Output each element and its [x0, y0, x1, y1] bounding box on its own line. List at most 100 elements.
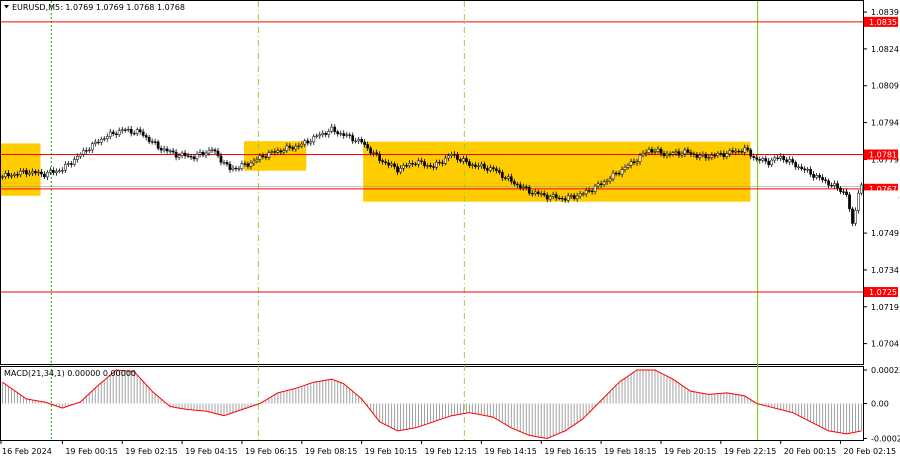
candle-body	[821, 177, 824, 181]
candle-body	[614, 172, 618, 175]
time-tick-label: 19 Feb 04:15	[185, 447, 237, 456]
candle-body	[773, 157, 777, 161]
candle-body	[515, 183, 519, 186]
time-tick-label: 19 Feb 22:15	[724, 447, 776, 456]
candle-body	[620, 169, 624, 175]
candle-body	[138, 129, 142, 133]
candle-body	[111, 131, 115, 135]
macd-tick-label: 0.00	[871, 400, 889, 409]
candle-body	[126, 128, 130, 131]
candle-body	[249, 162, 253, 167]
candle-body	[258, 155, 262, 160]
candle-body	[315, 135, 319, 137]
candle-body	[393, 163, 396, 167]
candle-body	[662, 153, 666, 156]
candle-body	[43, 173, 46, 178]
candle-body	[354, 140, 358, 142]
candle-body	[857, 192, 860, 211]
candle-body	[740, 151, 744, 153]
candle-body	[797, 166, 800, 168]
candle-body	[375, 152, 378, 155]
candle-body	[132, 132, 136, 135]
price-tick-label: 1.0824	[871, 45, 899, 54]
candle-body	[10, 175, 13, 177]
candle-body	[527, 187, 531, 194]
candle-body	[438, 161, 441, 164]
candle-body	[692, 153, 696, 155]
candle-body	[327, 131, 331, 135]
candle-body	[72, 159, 76, 165]
candle-body	[557, 197, 561, 200]
candle-body	[336, 131, 340, 135]
time-tick-label: 20 Feb 00:15	[784, 447, 836, 456]
time-tick-label: 20 Feb 02:15	[844, 447, 896, 456]
candle-body	[656, 148, 660, 152]
candle-body	[222, 162, 226, 164]
candle-body	[492, 167, 495, 170]
candle-body	[321, 132, 325, 136]
candle-body	[560, 197, 564, 200]
candle-body	[186, 155, 190, 157]
candle-body	[593, 185, 597, 192]
candle-body	[623, 167, 627, 170]
candle-body	[120, 129, 124, 131]
candle-body	[803, 168, 806, 171]
candle-body	[824, 179, 827, 182]
candle-body	[794, 162, 798, 168]
candle-body	[806, 169, 809, 171]
candle-body	[665, 153, 669, 156]
candle-body	[584, 190, 588, 195]
candle-body	[444, 157, 447, 164]
candle-body	[471, 164, 474, 167]
candle-body	[761, 158, 765, 161]
candle-body	[381, 160, 384, 163]
candle-body	[509, 176, 513, 182]
candle-body	[291, 147, 295, 150]
candle-body	[96, 141, 100, 144]
candle-body	[384, 161, 387, 164]
candle-body	[845, 191, 848, 195]
candle-body	[174, 151, 178, 158]
candle-body	[64, 164, 67, 171]
candle-body	[644, 152, 648, 154]
candle-body	[360, 139, 364, 143]
candle-body	[848, 194, 851, 210]
candle-body	[533, 191, 537, 194]
candle-body	[78, 154, 82, 157]
candle-body	[641, 153, 645, 156]
candle-body	[779, 156, 783, 159]
candle-body	[429, 165, 432, 167]
candle-body	[171, 150, 175, 153]
chart-title: EURUSD,M5: 1.0769 1.0769 1.0768 1.0768	[12, 3, 185, 12]
candle-body	[46, 172, 49, 178]
candle-body	[297, 145, 301, 147]
candle-body	[426, 165, 429, 167]
candle-body	[725, 153, 729, 157]
candle-body	[351, 135, 355, 142]
candle-body	[303, 140, 307, 145]
candle-body	[55, 170, 58, 173]
candle-body	[156, 141, 160, 149]
candle-body	[713, 155, 717, 157]
candle-body	[279, 150, 283, 153]
candle-body	[629, 161, 633, 166]
candle-body	[357, 139, 361, 142]
chart: 1.08391.08241.08091.07941.07791.07641.07…	[0, 0, 900, 456]
candle-body	[408, 163, 411, 166]
candle-body	[420, 160, 423, 162]
price-tick-label: 1.0704	[871, 340, 899, 349]
candle-body	[722, 153, 726, 157]
candle-body	[81, 150, 85, 155]
macd-tick-label: -0.00023	[871, 434, 900, 443]
candle-body	[459, 159, 462, 162]
candle-body	[746, 147, 750, 151]
candle-body	[219, 155, 223, 163]
candle-body	[599, 183, 603, 185]
price-axis: 1.08391.08241.08091.07941.07791.07641.07…	[863, 8, 899, 349]
candle-body	[195, 154, 199, 160]
candle-body	[405, 165, 408, 167]
candle-body	[49, 170, 52, 173]
time-axis: 16 Feb 2024 19 Feb 00:15 19 Feb 02:15 19 Fe…	[0, 440, 896, 456]
macd-label: MACD(21,34,1) 0.00000 0.00000	[4, 369, 136, 378]
candle-body	[378, 153, 381, 161]
